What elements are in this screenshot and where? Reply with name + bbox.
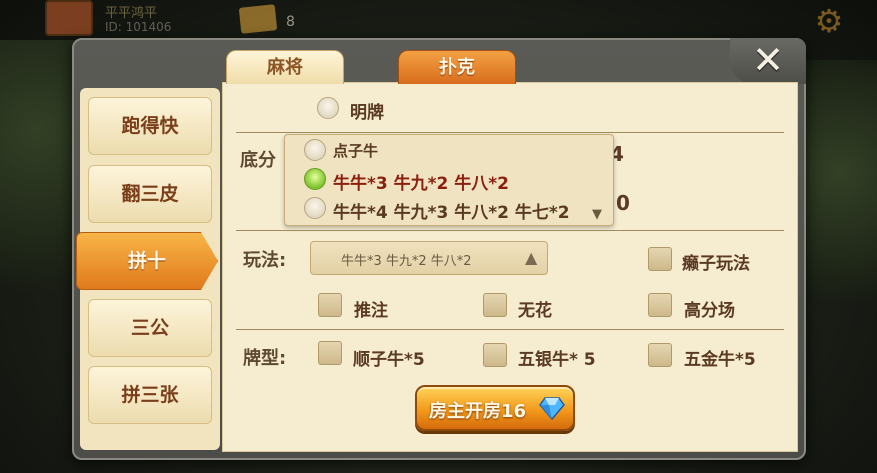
- laizi-label: 癞子玩法: [682, 254, 750, 274]
- diamond-icon: [539, 397, 565, 421]
- side-tab-pinshi[interactable]: 拼十: [76, 232, 218, 290]
- base-score-label: 底分: [240, 150, 276, 171]
- chevron-down-icon[interactable]: ▼: [592, 207, 602, 222]
- side-tab-sangong[interactable]: 三公: [88, 299, 212, 357]
- side-tab-pinsanzhang[interactable]: 拼三张: [88, 366, 212, 424]
- laizi-checkbox[interactable]: [648, 247, 672, 271]
- base-score-option-radio[interactable]: [304, 197, 326, 219]
- base-score-option-radio[interactable]: [304, 168, 326, 190]
- ming-pai-label: 明牌: [350, 103, 384, 123]
- base-score-option-radio[interactable]: [304, 139, 326, 161]
- wuhua-checkbox[interactable]: [483, 293, 507, 317]
- player-name: 平平鸿平: [105, 6, 158, 21]
- tuizhu-checkbox[interactable]: [318, 293, 342, 317]
- shunziniu-label: 顺子牛*5: [353, 350, 425, 370]
- base-score-option[interactable]: 点子牛: [333, 140, 378, 161]
- shunziniu-checkbox[interactable]: [318, 341, 342, 365]
- player-id: ID: 101406: [105, 20, 172, 34]
- close-button[interactable]: ✕: [730, 38, 806, 84]
- create-room-label: 房主开房16: [429, 401, 527, 422]
- side-tab-paodekuai[interactable]: 跑得快: [88, 97, 212, 155]
- create-room-button[interactable]: 房主开房16: [415, 385, 575, 431]
- tab-poker[interactable]: 扑克: [398, 50, 516, 84]
- gaofenchang-checkbox[interactable]: [648, 293, 672, 317]
- play-mode-selected-value: 牛牛*3 牛九*2 牛八*2: [341, 254, 472, 269]
- ming-pai-radio[interactable]: [317, 97, 339, 119]
- play-mode-label: 玩法:: [243, 250, 287, 271]
- gear-icon[interactable]: ⚙: [811, 4, 847, 38]
- base-score-option[interactable]: 牛牛*4 牛九*3 牛八*2 牛七*2: [333, 198, 570, 223]
- side-tab-fansanpi[interactable]: 翻三皮: [88, 165, 212, 223]
- avatar[interactable]: [45, 0, 93, 36]
- play-mode-select[interactable]: 牛牛*3 牛九*2 牛八*2 ▲: [310, 241, 548, 275]
- wujinniu-checkbox[interactable]: [648, 343, 672, 367]
- top-bar: 平平鸿平 ID: 101406 8 ⚙: [0, 0, 877, 38]
- chevron-up-icon: ▲: [525, 248, 538, 267]
- divider: [236, 329, 784, 330]
- room-card-count: 8: [286, 14, 295, 30]
- tuizhu-label: 推注: [354, 301, 388, 321]
- wuhua-label: 无花: [518, 301, 552, 321]
- divider: [236, 230, 784, 231]
- tab-mahjong[interactable]: 麻将: [226, 50, 344, 84]
- base-score-hidden-value: 0: [616, 191, 630, 215]
- wuyinniu-checkbox[interactable]: [483, 343, 507, 367]
- wujinniu-label: 五金牛*5: [684, 350, 756, 370]
- divider: [236, 132, 784, 133]
- room-card-icon: [238, 4, 278, 34]
- gaofenchang-label: 高分场: [684, 301, 735, 321]
- close-icon: ✕: [752, 38, 784, 82]
- card-type-label: 牌型:: [243, 348, 287, 369]
- base-score-option[interactable]: 牛牛*3 牛九*2 牛八*2: [333, 169, 509, 194]
- wuyinniu-label: 五银牛* 5: [518, 350, 596, 370]
